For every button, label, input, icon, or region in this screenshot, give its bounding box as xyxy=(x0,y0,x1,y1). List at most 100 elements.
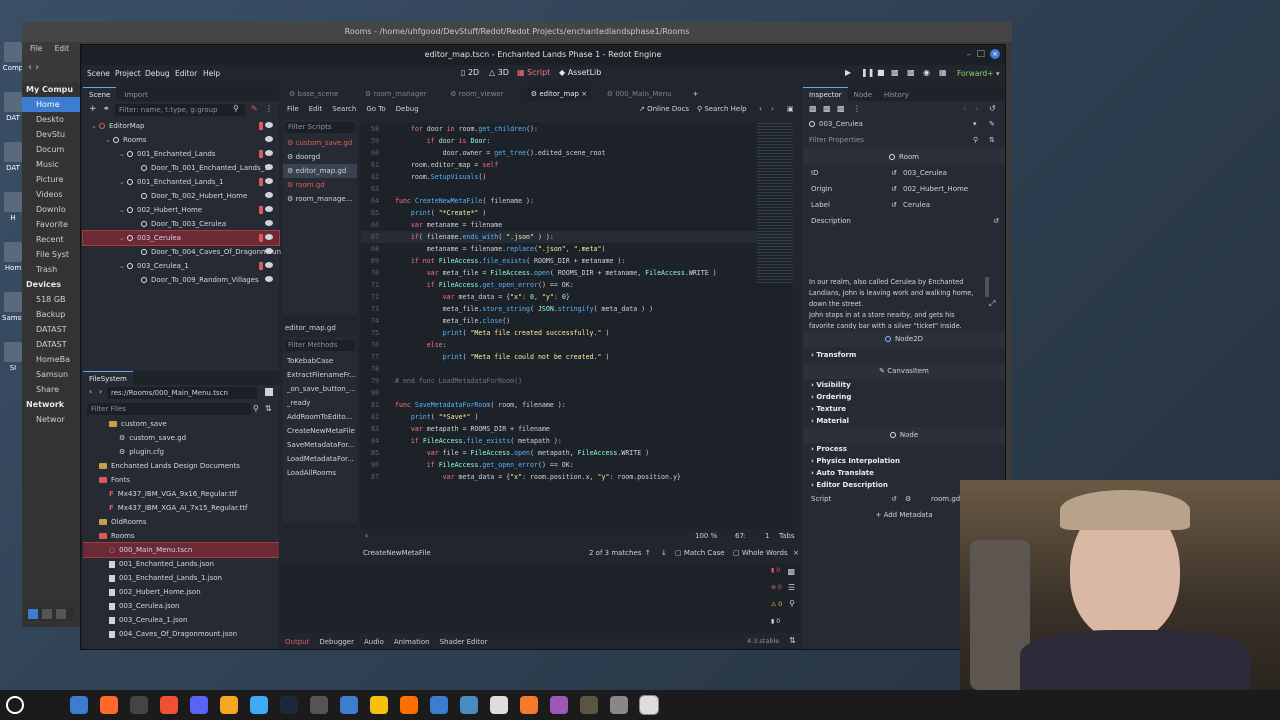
options-icon[interactable]: ⋮ xyxy=(265,104,273,113)
bottom-tab-audio[interactable]: Audio xyxy=(364,635,384,649)
filesystem-item[interactable]: F Mx437_IBM_VGA_9x16_Regular.ttf xyxy=(83,487,279,501)
description-scrollbar[interactable] xyxy=(985,277,989,297)
filesystem-path[interactable]: res://Rooms/000_Main_Menu.tscn xyxy=(107,387,257,399)
error-count-icon[interactable]: ⊗ 0 xyxy=(771,584,797,601)
filesystem-item[interactable]: Fonts xyxy=(83,473,279,487)
close-find-icon[interactable]: × xyxy=(793,545,799,561)
scene-node[interactable]: ⌄ Rooms xyxy=(83,133,279,147)
tab-node[interactable]: Node xyxy=(848,88,878,102)
section-material[interactable]: › Material xyxy=(803,415,1005,427)
filesystem-item[interactable]: 003_Cerulea.json xyxy=(83,599,279,613)
add-node-icon[interactable]: + xyxy=(89,104,97,114)
fm-place[interactable]: DATAST xyxy=(22,322,80,337)
match-case-checkbox[interactable]: ▢ Match Case xyxy=(675,545,725,561)
expand-arrow-icon[interactable]: ⌄ xyxy=(119,203,127,217)
method-item[interactable]: LoadMetadataFor... xyxy=(283,452,357,466)
whole-words-checkbox[interactable]: ▢ Whole Words xyxy=(733,545,788,561)
expand-icon[interactable]: ⤢ xyxy=(989,299,995,309)
property-label[interactable]: Label ↺ Cerulea xyxy=(803,197,1005,213)
save-resource-icon[interactable]: ▩ xyxy=(837,104,845,113)
visibility-icon[interactable] xyxy=(265,122,273,128)
visibility-icon[interactable] xyxy=(265,136,273,142)
filesystem-item[interactable]: ⚙ custom_save.gd xyxy=(83,431,279,445)
fm-place[interactable]: Videos xyxy=(22,187,80,202)
split-icon[interactable] xyxy=(265,388,273,396)
scene-node[interactable]: Door_To_009_Random_Villages xyxy=(83,273,279,287)
script-list-item[interactable]: ⚙ editor_map.gd xyxy=(283,164,357,178)
sort-icon[interactable]: ⇅ xyxy=(265,404,272,413)
visibility-icon[interactable] xyxy=(265,220,273,226)
section-physics-interpolation[interactable]: › Physics Interpolation xyxy=(803,455,1005,467)
open-resource-icon[interactable]: ▩ xyxy=(823,104,831,113)
scene-node[interactable]: ⌄ EditorMap xyxy=(83,119,279,133)
history-forward-icon[interactable]: › xyxy=(975,104,978,113)
script-icon[interactable] xyxy=(259,234,263,242)
notes-icon[interactable] xyxy=(490,696,508,714)
git-icon[interactable] xyxy=(160,696,178,714)
terminal-icon[interactable] xyxy=(130,696,148,714)
distraction-free-icon[interactable]: ▣ xyxy=(787,101,794,117)
zoom-level[interactable]: 100 % xyxy=(695,529,717,543)
script-icon[interactable] xyxy=(259,150,263,158)
method-item[interactable]: ExtractFilenameFr... xyxy=(283,368,357,382)
bottom-tab-output[interactable]: Output xyxy=(285,635,309,649)
reset-icon[interactable]: ↺ xyxy=(993,213,999,229)
script-tab-room_viewer[interactable]: ⚙ room_viewer xyxy=(446,87,507,101)
message-filter-icon[interactable]: ▮ 0 xyxy=(771,618,797,635)
search-help-link[interactable]: ⚲ Search Help xyxy=(697,101,747,117)
remote-icon[interactable]: ▦ xyxy=(939,68,947,77)
find-input[interactable]: CreateNewMetaFile xyxy=(363,545,431,561)
filesystem-item[interactable]: 004_Caves_Of_Dragonmount.json xyxy=(83,627,279,641)
expand-arrow-icon[interactable]: ⌄ xyxy=(105,133,113,147)
filesystem-item[interactable]: 002_Hubert_Home.json xyxy=(83,585,279,599)
method-item[interactable]: AddRoomToEdito... xyxy=(283,410,357,424)
expand-panel-icon[interactable]: ⇅ xyxy=(789,636,796,645)
fm-place[interactable]: Favorite xyxy=(22,217,80,232)
menu-project[interactable]: Project xyxy=(115,69,141,78)
desktop-icon[interactable]: SI xyxy=(2,340,24,386)
expand-arrow-icon[interactable]: ⌄ xyxy=(119,259,127,273)
next-script-icon[interactable]: › xyxy=(771,101,774,117)
fm-place[interactable]: Deskto xyxy=(22,112,80,127)
fm-place[interactable]: Samsun xyxy=(22,367,80,382)
scene-node[interactable]: ⌄ 003_Cerulea xyxy=(82,230,280,246)
scene-node[interactable]: Door_To_003_Cerulea xyxy=(83,217,279,231)
script-menu-go-to[interactable]: Go To xyxy=(366,105,385,113)
bottom-tab-shader-editor[interactable]: Shader Editor xyxy=(440,635,488,649)
filesystem-item[interactable]: Enchanted Lands Design Documents xyxy=(83,459,279,473)
scene-node[interactable]: Door_To_001_Enchanted_Lands_1 xyxy=(83,161,279,175)
indent-mode[interactable]: Tabs xyxy=(779,529,795,543)
tools-icon[interactable]: ✎ xyxy=(989,120,995,128)
section-ordering[interactable]: › Ordering xyxy=(803,391,1005,403)
section-transform[interactable]: › Transform xyxy=(803,347,1005,363)
filter-properties-input[interactable]: Filter Properties xyxy=(809,136,864,144)
script-list-item[interactable]: ⚙ custom_save.gd xyxy=(283,136,357,150)
history-icon[interactable]: ↺ xyxy=(989,104,996,113)
movie-icon[interactable]: ◉ xyxy=(923,68,930,77)
warning-filter-icon[interactable]: ⚠ 0 xyxy=(771,601,797,618)
scene-node[interactable]: ⌄ 003_Cerulea_1 xyxy=(83,259,279,273)
forward-icon[interactable]: › xyxy=(99,387,102,396)
toolbox-icon[interactable] xyxy=(310,696,328,714)
code-editor[interactable]: 58 for door in room.get_children(): 59 if… xyxy=(361,123,793,529)
method-item[interactable]: LoadAllRooms xyxy=(283,466,357,480)
script-menu-search[interactable]: Search xyxy=(332,105,356,113)
visibility-icon[interactable] xyxy=(265,178,273,184)
visibility-icon[interactable] xyxy=(265,164,273,170)
section-texture[interactable]: › Texture xyxy=(803,403,1005,415)
method-item[interactable]: _ready xyxy=(283,396,357,410)
visibility-icon[interactable] xyxy=(265,262,273,268)
clock-icon[interactable] xyxy=(610,696,628,714)
fm-place[interactable]: DevStu xyxy=(22,127,80,142)
workspace-assetlib[interactable]: ◆ AssetLib xyxy=(559,68,601,77)
firefox-icon[interactable] xyxy=(100,696,118,714)
minimize-icon[interactable]: – xyxy=(967,50,972,60)
script-menu-debug[interactable]: Debug xyxy=(396,105,419,113)
script-menu-edit[interactable]: Edit xyxy=(309,105,323,113)
renderer-select[interactable]: Forward+ ▾ xyxy=(957,69,1000,78)
expand-arrow-icon[interactable]: ⌄ xyxy=(119,147,127,161)
visibility-icon[interactable] xyxy=(265,234,273,240)
fm-menu-edit[interactable]: Edit xyxy=(55,44,70,53)
filter-scripts-input[interactable]: Filter Scripts xyxy=(285,122,355,133)
script-tab-editor_map[interactable]: ⚙ editor_map × xyxy=(526,87,592,101)
